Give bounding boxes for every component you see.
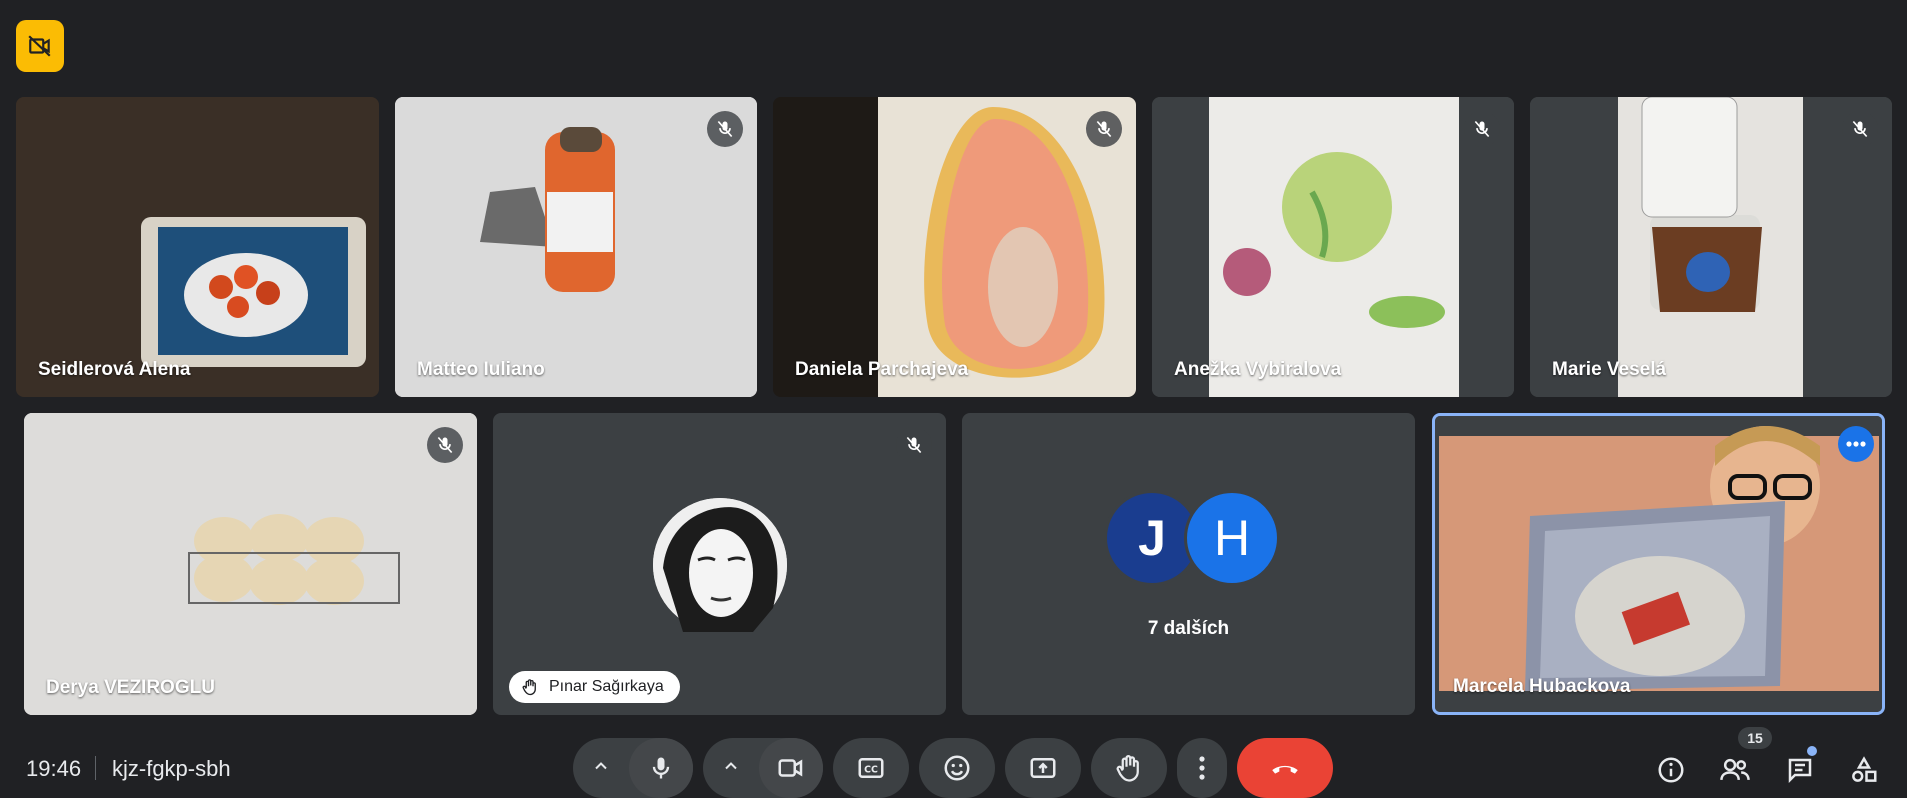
avatar-h: H [1184,490,1280,586]
more-options-button[interactable] [1838,426,1874,462]
video-tile-daniela[interactable]: Daniela Parchajeva [773,97,1136,397]
divider [95,756,96,780]
raise-hand-icon [1116,755,1139,782]
meeting-time: 19:46 [26,756,82,781]
avatar [653,498,787,632]
videocam-icon [778,759,803,777]
eggs-drawing-image [24,413,477,715]
participant-name: Pınar Sağırkaya [549,678,664,695]
chat-button[interactable] [1782,752,1818,788]
mic-off-icon [437,436,453,454]
participant-name: Anežka Vybiralova [1174,359,1342,380]
tablet-image [16,97,379,397]
activities-icon [1852,756,1877,782]
jam-drawing-image [395,97,757,397]
emoji-icon [944,755,970,781]
participant-name: Marie Veselá [1552,359,1667,380]
mic-off-icon [1474,120,1490,138]
present-screen-icon [1030,758,1056,778]
reactions-button[interactable] [919,738,995,798]
camera-options-button[interactable] [721,756,741,781]
video-tile-matteo[interactable]: Matteo Iuliano [395,97,757,397]
people-count-badge: 15 [1738,727,1772,749]
activities-button[interactable] [1846,752,1882,788]
profile-photo-image [653,498,787,632]
participant-name: Derya VEZIROGLU [46,677,215,698]
mic-off-indicator [896,427,932,463]
hidden-tiles-badge[interactable] [16,20,64,72]
chevron-up-icon [595,762,607,770]
more-vert-icon [1199,756,1205,780]
video-tile-seidlerova[interactable]: Seidlerová Alena [16,97,379,397]
mic-icon [652,757,670,779]
mic-off-indicator [1086,111,1122,147]
more-options-menu-button[interactable] [1177,738,1227,798]
participant-name: Seidlerová Alena [38,359,191,380]
present-button[interactable] [1005,738,1081,798]
marcela-video-image [1435,416,1882,712]
others-count-label: 7 dalších [1147,618,1230,639]
yogurt-drawing-image [1530,97,1892,397]
mic-options-button[interactable] [591,756,611,781]
video-tile-pinar[interactable]: Pınar Sağırkaya [493,413,946,715]
more-horiz-icon [1846,441,1866,447]
chat-icon [1788,758,1812,784]
mic-off-icon [717,120,733,138]
video-tile-marie[interactable]: Marie Veselá [1530,97,1892,397]
people-button[interactable] [1717,752,1753,788]
papaya-drawing-image [773,97,1136,397]
raise-hand-button[interactable] [1091,738,1167,798]
participant-name: Daniela Parchajeva [795,359,969,380]
camera-button[interactable] [759,738,823,798]
mic-off-icon [1096,120,1112,138]
mic-off-indicator [707,111,743,147]
mic-off-icon [906,436,922,454]
meeting-code: kjz-fgkp-sbh [112,756,231,781]
participant-name: Marcela Hubackova [1453,676,1631,697]
name-chip: Pınar Sağırkaya [509,671,680,703]
svg-text:CC: CC [864,764,878,775]
others-tile[interactable]: J H 7 dalších [962,413,1415,715]
raised-hand-icon [522,679,536,696]
no-video-icon [28,35,51,57]
closed-caption-icon: CC [858,758,884,778]
info-icon [1658,757,1684,783]
mic-off-indicator [1842,111,1878,147]
mic-off-icon [1852,120,1868,138]
mic-button[interactable] [629,738,693,798]
call-end-icon [1272,765,1298,774]
food-drawing-image [1152,97,1514,397]
mic-control-group [573,738,693,798]
video-tile-anezka[interactable]: Anežka Vybiralova [1152,97,1514,397]
captions-button[interactable]: CC [833,738,909,798]
mic-off-indicator [427,427,463,463]
chevron-up-icon [725,762,737,770]
video-tile-derya[interactable]: Derya VEZIROGLU [24,413,477,715]
camera-control-group [703,738,823,798]
people-icon [1720,758,1750,780]
meeting-details-button[interactable] [1653,752,1689,788]
video-tile-marcela[interactable]: Marcela Hubackova [1432,413,1885,715]
mic-off-indicator [1464,111,1500,147]
participant-name: Matteo Iuliano [417,359,545,380]
chat-notification-dot [1807,746,1817,756]
leave-call-button[interactable] [1237,738,1333,798]
